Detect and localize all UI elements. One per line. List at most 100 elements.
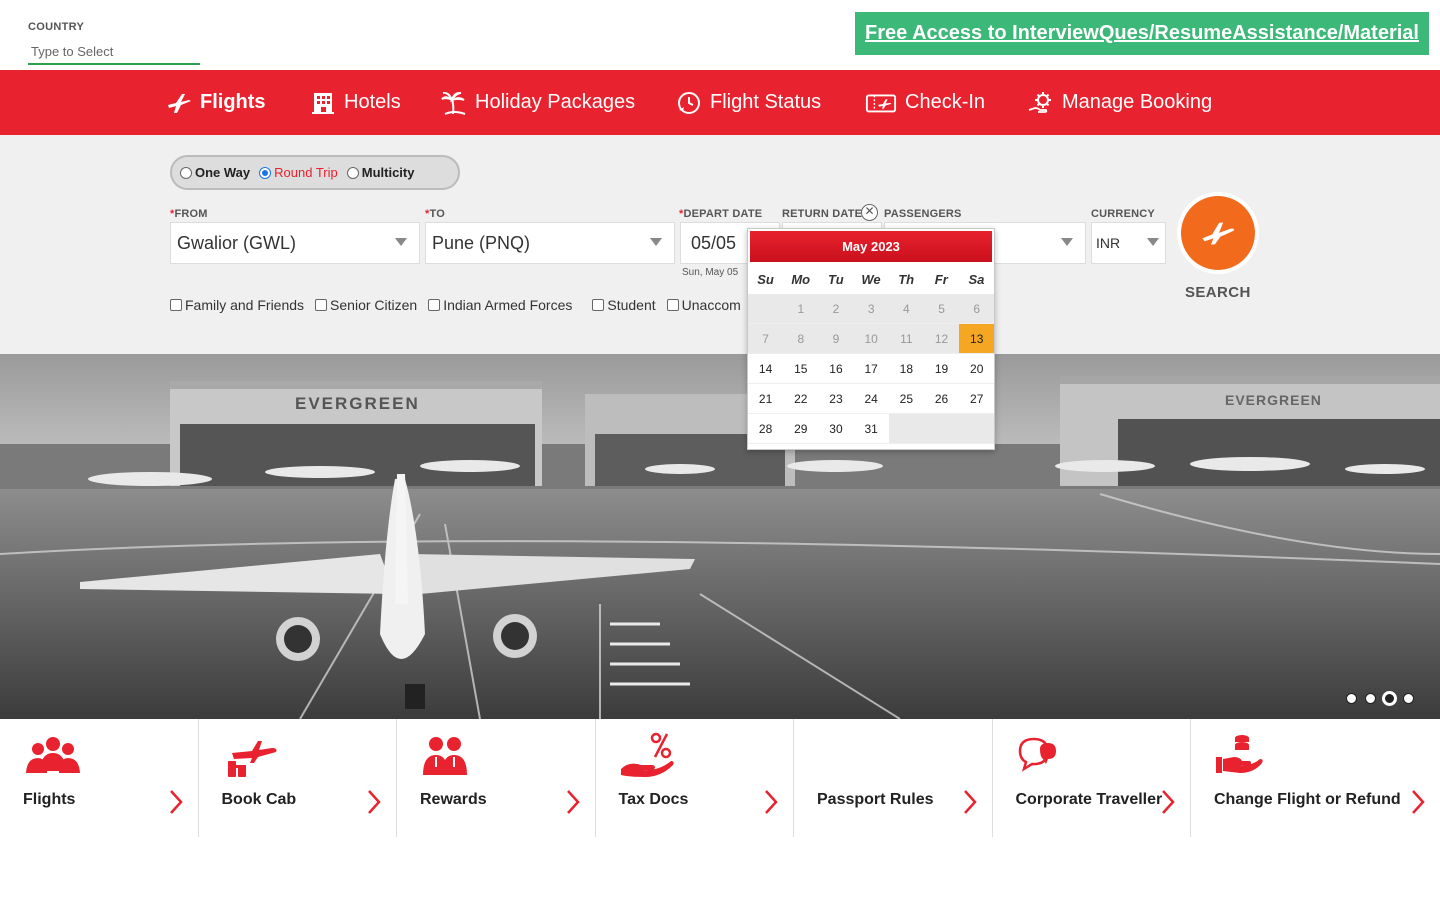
hangar-sign: EVERGREEN <box>295 394 420 413</box>
calendar-day[interactable]: 16 <box>818 354 854 384</box>
weekday-label: Th <box>898 271 915 287</box>
calendar-empty-cell <box>888 414 924 444</box>
calendar-day[interactable]: 14 <box>748 354 784 384</box>
tile-tax-docs-label: Tax Docs <box>618 791 689 808</box>
chevron-down-icon <box>395 238 407 246</box>
to-label: *TO <box>425 208 445 220</box>
calendar-day[interactable]: 22 <box>783 384 819 414</box>
to-value: Pune (PNQ) <box>432 232 531 253</box>
carousel-dot-active[interactable] <box>1384 693 1395 704</box>
tile-corporate-traveller[interactable]: Corporate Traveller <box>993 719 1191 837</box>
calendar-day[interactable]: 25 <box>888 384 924 414</box>
tile-passport-rules[interactable]: Passport Rules <box>794 719 993 837</box>
weekday-label: Fr <box>934 271 948 287</box>
nav-check-in[interactable]: Check-In <box>864 70 985 135</box>
calendar-day[interactable]: 27 <box>959 384 995 414</box>
tile-tax-docs[interactable]: Tax Docs <box>596 719 794 837</box>
search-button[interactable] <box>1177 192 1259 274</box>
hotel-icon <box>309 89 337 117</box>
depart-date-label-text: DEPART DATE <box>683 208 763 220</box>
plane-icon <box>165 89 193 117</box>
nav-flights-label: Flights <box>200 91 266 113</box>
calendar-day[interactable]: 26 <box>923 384 960 414</box>
student-checkbox[interactable]: Student <box>592 297 656 313</box>
percent-hand-icon <box>620 732 674 777</box>
calendar-day[interactable]: 15 <box>783 354 819 384</box>
trip-round-trip[interactable]: Round Trip <box>259 165 338 180</box>
clock-icon <box>675 89 703 117</box>
search-label: SEARCH <box>1185 284 1251 301</box>
to-label-text: TO <box>429 208 445 220</box>
nav-holiday-packages-label: Holiday Packages <box>475 91 636 113</box>
chevron-right-icon <box>963 790 977 814</box>
family-friends-checkbox[interactable]: Family and Friends <box>170 297 304 313</box>
nav-manage-booking[interactable]: Manage Booking <box>1027 70 1212 135</box>
to-select[interactable]: Pune (PNQ) <box>425 222 675 264</box>
unaccompanied-checkbox[interactable]: Unaccom <box>666 297 741 313</box>
tile-rewards[interactable]: Rewards <box>397 719 596 837</box>
calendar-day[interactable]: 24 <box>853 384 889 414</box>
one-way-radio[interactable] <box>180 166 192 179</box>
calendar-day: 3 <box>853 294 889 324</box>
carousel-dot[interactable] <box>1403 693 1414 704</box>
hangar-sign: EVERGREEN <box>1225 392 1322 408</box>
calendar-day[interactable]: 28 <box>748 414 784 444</box>
calendar-day[interactable]: 19 <box>923 354 960 384</box>
clear-icon[interactable]: ✕ <box>861 204 878 221</box>
country-label: COUNTRY <box>28 21 85 33</box>
calendar-day-selected[interactable]: 13 <box>959 324 995 354</box>
tile-rewards-label: Rewards <box>420 791 487 808</box>
nav-hotels-label: Hotels <box>344 91 401 113</box>
from-label-text: FROM <box>174 208 208 220</box>
from-select[interactable]: Gwalior (GWL) <box>170 222 420 264</box>
trip-round-trip-label: Round Trip <box>274 165 338 180</box>
calendar-day[interactable]: 17 <box>853 354 889 384</box>
currency-label: CURRENCY <box>1091 208 1155 220</box>
people-icon <box>26 737 80 773</box>
tile-change-flight-refund[interactable]: Change Flight or Refund <box>1191 719 1440 837</box>
round-trip-radio[interactable] <box>259 166 272 179</box>
promo-link[interactable]: Free Access to InterviewQues/ResumeAssis… <box>865 22 1419 45</box>
calendar-day[interactable]: 20 <box>959 354 995 384</box>
calendar-day[interactable]: 23 <box>818 384 854 414</box>
tile-book-cab[interactable]: Book Cab <box>199 719 397 837</box>
depart-date-sub: Sun, May 05 <box>682 267 739 278</box>
carousel-dot[interactable] <box>1365 693 1376 704</box>
nav-hotels[interactable]: Hotels <box>309 70 401 135</box>
ticket-icon <box>864 89 898 117</box>
nav-holiday-packages[interactable]: Holiday Packages <box>440 70 635 135</box>
calendar-day[interactable]: 31 <box>853 414 889 444</box>
trip-one-way-label: One Way <box>195 165 251 180</box>
weekday-label: We <box>861 271 881 287</box>
weekday-label: Su <box>757 271 774 287</box>
tile-flights[interactable]: Flights <box>0 719 199 837</box>
calendar-day[interactable]: 21 <box>748 384 784 414</box>
tile-change-flight-refund-label: Change Flight or Refund <box>1214 791 1401 808</box>
tile-passport-rules-label: Passport Rules <box>817 791 934 808</box>
nav-flights[interactable]: Flights <box>165 70 266 135</box>
trip-one-way[interactable]: One Way <box>180 165 250 180</box>
senior-citizen-checkbox[interactable]: Senior Citizen <box>315 297 417 313</box>
trip-multicity[interactable]: Multicity <box>346 165 414 180</box>
chevron-right-icon <box>765 790 778 814</box>
country-input[interactable] <box>28 40 200 65</box>
calendar-day[interactable]: 30 <box>818 414 854 444</box>
family-friends-label: Family and Friends <box>185 297 305 313</box>
return-date-label: RETURN DATE <box>782 208 863 220</box>
weekday-label: Mo <box>791 271 811 287</box>
calendar-day[interactable]: 29 <box>783 414 819 444</box>
currency-select[interactable]: INR <box>1091 222 1166 264</box>
unaccompanied-label: Unaccom <box>681 297 741 313</box>
carousel-dot[interactable] <box>1346 693 1357 704</box>
depart-date-value: 05/05 <box>691 232 737 253</box>
discount-options: Family and Friends Senior Citizen Indian… <box>170 297 752 313</box>
trip-type-toggle: One Way Round Trip Multicity <box>170 155 460 190</box>
calendar-day: 7 <box>748 324 784 354</box>
currency-value: INR <box>1096 235 1121 251</box>
armed-forces-checkbox[interactable]: Indian Armed Forces <box>428 297 572 313</box>
nav-flight-status[interactable]: Flight Status <box>675 70 821 135</box>
multicity-radio[interactable] <box>346 166 359 179</box>
weekday-label: Sa <box>968 271 985 287</box>
calendar-day[interactable]: 18 <box>888 354 924 384</box>
calendar-day: 4 <box>888 294 924 324</box>
